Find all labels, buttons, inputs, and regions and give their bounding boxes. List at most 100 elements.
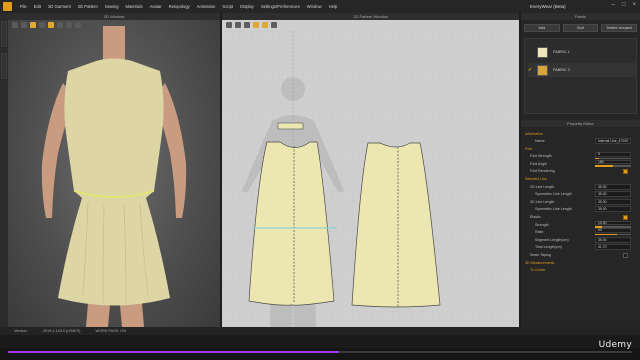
property-label: Seam Taping	[530, 253, 551, 257]
property-value-field[interactable]: Internal Line_47029	[595, 138, 631, 145]
pattern-canvas[interactable]	[222, 31, 519, 327]
property-label: Fold Angle	[530, 161, 547, 166]
property-checkbox[interactable]	[623, 252, 628, 258]
segment-sewing-icon[interactable]	[262, 22, 268, 28]
property-value-field[interactable]: 35.00	[595, 236, 631, 243]
menu-item-window[interactable]: Window	[307, 4, 322, 9]
udemy-watermark: Udemy	[598, 340, 632, 350]
property-checkbox[interactable]	[623, 168, 628, 174]
property-section-label[interactable]: Information	[525, 132, 543, 136]
property-row: Ratio 60	[521, 228, 640, 237]
internal-line-icon[interactable]	[253, 22, 259, 28]
property-value-field[interactable]: 180	[595, 159, 631, 165]
library-tab[interactable]	[1, 21, 7, 47]
edit-pattern-icon[interactable]	[235, 22, 241, 28]
property-value-field[interactable]: 35.00	[595, 198, 631, 205]
trace-icon[interactable]	[271, 22, 277, 28]
property-section-label[interactable]: Fold	[525, 147, 532, 151]
property-slider[interactable]	[595, 165, 631, 167]
fabric-list: FABRIC 1 ✔ FABRIC 2	[524, 38, 637, 114]
fabric-check-icon[interactable]: ✔	[528, 67, 533, 73]
property-checkbox[interactable]	[623, 214, 628, 220]
2d-pattern-window[interactable]: 2D Pattern Window	[222, 13, 519, 327]
property-label: Elastic	[530, 215, 541, 220]
version-value: 2019.1.143.0 (r29570)	[42, 329, 81, 333]
property-slider-fill	[595, 233, 617, 236]
property-label: Symmetric Line Length	[535, 207, 572, 212]
property-label: Fold Strength	[530, 154, 552, 159]
left-leg	[86, 303, 110, 327]
property-row: Fold Angle 180	[521, 159, 640, 168]
menu-item-help[interactable]: Help	[329, 4, 338, 9]
property-section-label[interactable]: To Center	[530, 268, 546, 272]
sort-fabric-button[interactable]: Sort	[562, 24, 599, 32]
menu-item-settings-preferences[interactable]: Settings/Preferences	[261, 4, 300, 9]
fabric-item[interactable]: ✔ FABRIC 2	[528, 63, 636, 77]
property-value-field[interactable]: 5	[595, 152, 631, 157]
fabric-item[interactable]: FABRIC 1	[528, 45, 636, 59]
object-browser-tab[interactable]	[1, 53, 7, 79]
menu-item-avatar[interactable]: Avatar	[150, 4, 162, 9]
menu-item-materials[interactable]: Materials	[126, 4, 143, 9]
property-section-label[interactable]: 3D Measurements	[525, 261, 554, 265]
transform-pattern-icon[interactable]	[226, 22, 232, 28]
status-bar: Version: 2019.1.143.0 (r29570) WORK PASS…	[0, 327, 640, 335]
menu-item-2d-pattern[interactable]: 2D Pattern	[78, 4, 98, 9]
menu-item-3d-garment[interactable]: 3D Garment	[48, 4, 71, 9]
menu-item-display[interactable]: Display	[240, 4, 254, 9]
close-icon[interactable]: ×	[632, 2, 636, 8]
property-label: 2D Line Length	[530, 184, 555, 189]
2d-window-title: 2D Pattern Window	[222, 13, 519, 20]
video-player-bar	[0, 348, 640, 360]
property-label: Segment Length(cm)	[535, 237, 569, 242]
fabric-buttons: Add Sort Delete Unused	[521, 20, 640, 36]
property-row: Information	[521, 130, 640, 138]
menu-bar: File Edit 3D Garment 2D Pattern Sewing Materi…	[20, 4, 337, 9]
add-fabric-button[interactable]: Add	[524, 24, 560, 32]
property-row: Name Internal Line_47029	[521, 138, 640, 146]
property-value-field[interactable]: 35.00	[595, 206, 631, 213]
right-panels: Fabric Add Sort Delete Unused FABRIC 1 ✔ F…	[521, 13, 640, 327]
version-label: Version:	[14, 329, 28, 333]
menu-item-edit[interactable]: Edit	[34, 4, 41, 9]
title-bar: File Edit 3D Garment 2D Pattern Sewing Materi…	[0, 0, 640, 13]
video-progress[interactable]	[8, 351, 632, 353]
property-row: Selected Line	[521, 176, 640, 184]
2d-toolbar	[226, 22, 277, 28]
app-logo-icon	[3, 2, 12, 11]
property-label: Symmetric Line Length	[535, 192, 572, 197]
minimize-icon[interactable]: –	[612, 2, 615, 8]
property-label: 3D Line Length	[530, 199, 555, 204]
property-value-field[interactable]: 10.00	[595, 220, 631, 226]
video-progress-fill	[8, 351, 339, 353]
property-label: Ratio	[535, 230, 544, 235]
property-row: 2D Line Length 35.00	[521, 183, 640, 191]
property-label: Strength	[535, 222, 549, 227]
dress[interactable]	[58, 58, 170, 306]
menu-item-sewing[interactable]: Sewing	[105, 4, 119, 9]
property-row: To Center	[521, 267, 640, 275]
menu-item-script[interactable]: Script	[222, 4, 233, 9]
property-section-label[interactable]: Selected Line	[525, 177, 547, 181]
property-value-field[interactable]: 35.00	[595, 183, 631, 190]
fabric-check-icon[interactable]	[528, 50, 533, 55]
menu-item-retopology[interactable]: Retopology	[169, 4, 190, 9]
fabric-panel-title: Fabric	[521, 13, 640, 20]
property-value-field[interactable]: 41.70	[595, 244, 631, 251]
maximize-icon[interactable]: □	[622, 2, 626, 8]
menu-item-animation[interactable]: Animation	[197, 4, 216, 9]
waistband-pattern[interactable]	[277, 122, 304, 130]
property-slider[interactable]	[595, 233, 631, 236]
property-value-field[interactable]: 35.00	[595, 191, 631, 198]
window-controls: – □ ×	[612, 2, 636, 8]
menu-item-file[interactable]: File	[20, 4, 27, 9]
3d-window[interactable]: 3D Window	[8, 13, 220, 327]
left-rail	[0, 13, 8, 343]
property-row: Symmetric Line Length 35.00	[521, 191, 640, 199]
delete-unused-button[interactable]: Delete Unused	[601, 24, 638, 32]
property-value-field[interactable]: 60	[595, 228, 631, 233]
property-row: 3D Measurements	[521, 259, 640, 267]
property-label: Total Length(cm)	[535, 245, 562, 250]
property-slider-fill	[595, 165, 613, 167]
edit-curvature-icon[interactable]	[244, 22, 250, 28]
